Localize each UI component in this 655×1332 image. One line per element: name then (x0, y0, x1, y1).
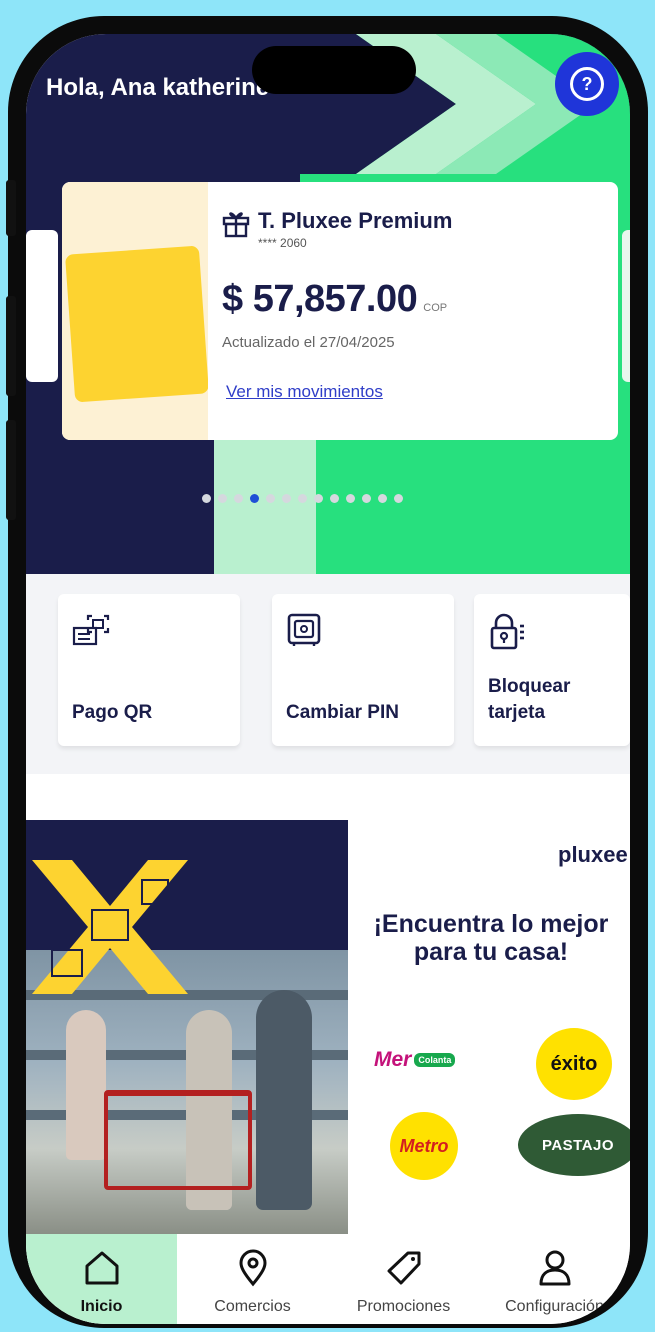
qr-scan-icon (72, 614, 110, 646)
carousel-dot[interactable] (234, 494, 243, 503)
currency-label: COP (423, 302, 448, 314)
pastajo-logo: PASTAJO (518, 1114, 630, 1176)
card-number: **** 2060 (258, 236, 307, 250)
home-icon (85, 1251, 118, 1285)
app-screen: Hola, Ana katherine ? T. Pluxee Premium … (26, 34, 630, 1324)
tab-inicio[interactable]: Inicio (26, 1234, 177, 1324)
tab-promociones[interactable]: Promociones (328, 1234, 479, 1324)
gift-icon (222, 212, 250, 238)
balance-card[interactable]: T. Pluxee Premium **** 2060 $ 57,857.00 C… (62, 182, 618, 440)
card-image (62, 182, 208, 440)
pay-qr-label: Pago QR (72, 702, 153, 723)
tab-label: Configuración (505, 1298, 604, 1315)
next-card-peek[interactable] (622, 230, 630, 382)
phone-side-button (6, 420, 16, 520)
bottom-tab-bar: Inicio Comercios Promociones Configuraci… (26, 1234, 630, 1324)
quick-actions: Pago QR Cambiar PIN Bloquear tarjeta (26, 574, 630, 774)
pluxee-wordmark: pluxee (558, 842, 628, 867)
carousel-dot[interactable] (282, 494, 291, 503)
carousel-dot[interactable] (394, 494, 403, 503)
safe-icon (287, 613, 321, 646)
carousel-dot[interactable] (362, 494, 371, 503)
carousel-dot[interactable] (202, 494, 211, 503)
promo-photo (26, 820, 348, 1234)
movements-link[interactable]: Ver mis movimientos (226, 382, 383, 402)
carousel-dot[interactable] (378, 494, 387, 503)
exito-logo: éxito (536, 1028, 612, 1100)
change-pin-label: Cambiar PIN (286, 702, 399, 723)
help-button[interactable]: ? (555, 52, 619, 116)
carousel-dot[interactable] (314, 494, 323, 503)
change-pin-button[interactable]: Cambiar PIN (272, 594, 454, 746)
carousel-pagination[interactable] (202, 494, 403, 503)
card-balance: $ 57,857.00 COP (222, 278, 448, 320)
location-pin-icon (238, 1249, 267, 1287)
carousel-dot[interactable] (250, 494, 259, 503)
tab-comercios[interactable]: Comercios (177, 1234, 328, 1324)
mercolanta-logo: Mer Colanta (374, 1046, 486, 1074)
phone-side-button (6, 180, 16, 236)
pluxee-x-logo (32, 860, 188, 994)
prev-card-peek[interactable] (26, 230, 58, 382)
carousel-dot[interactable] (266, 494, 275, 503)
question-circle-icon: ? (570, 67, 604, 101)
tab-label: Promociones (356, 1298, 451, 1315)
carousel-dot[interactable] (218, 494, 227, 503)
metro-logo: Metro (390, 1112, 458, 1180)
tab-label: Inicio (80, 1298, 123, 1315)
phone-side-button (6, 296, 16, 396)
pay-qr-button[interactable]: Pago QR (58, 594, 240, 746)
promo-headline: ¡Encuentra lo mejor para tu casa! (373, 910, 609, 966)
updated-date: Actualizado el 27/04/2025 (222, 334, 395, 351)
lock-card-icon (490, 613, 524, 650)
carousel-dot[interactable] (346, 494, 355, 503)
block-card-label: Bloquear tarjeta (488, 676, 571, 723)
block-card-button[interactable]: Bloquear tarjeta (474, 594, 630, 746)
greeting-text: Hola, Ana katherine (46, 74, 270, 101)
shopping-cart-graphic (104, 1090, 252, 1190)
dynamic-island (252, 46, 416, 94)
card-name: T. Pluxee Premium (258, 208, 453, 233)
promo-banner[interactable]: pluxee ¡Encuentra lo mejor para tu casa!… (26, 820, 630, 1234)
tab-label: Comercios (214, 1298, 291, 1315)
tab-configuracion[interactable]: Configuración (479, 1234, 630, 1324)
carousel-dot[interactable] (298, 494, 307, 503)
tag-icon (387, 1251, 420, 1285)
carousel-dot[interactable] (330, 494, 339, 503)
user-icon (539, 1250, 570, 1286)
